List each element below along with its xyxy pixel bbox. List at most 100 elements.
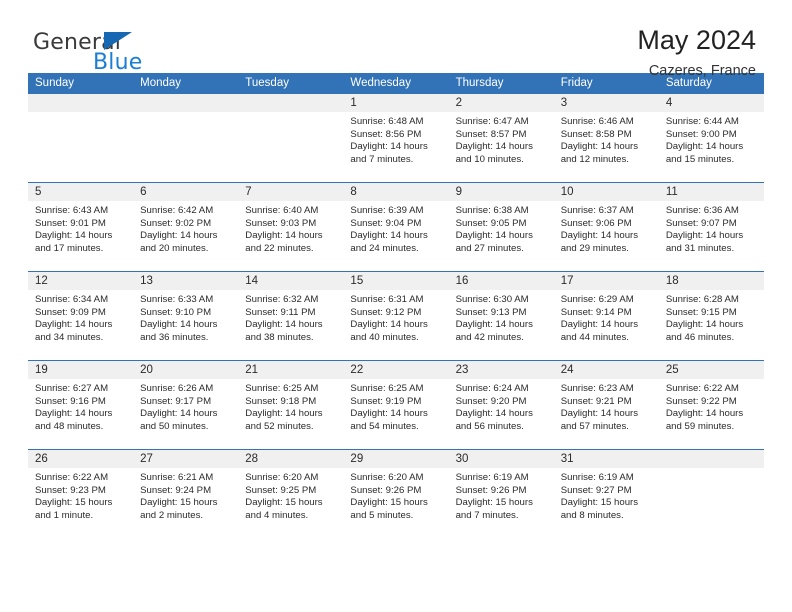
day-cell[interactable]: 13 Sunrise: 6:33 AM Sunset: 9:10 PM Dayligh…	[133, 272, 239, 360]
calendar-grid: Sunday Monday Tuesday Wednesday Thursday Frid…	[28, 73, 764, 538]
day-details: Sunrise: 6:48 AM Sunset: 8:56 PM Daylight:…	[343, 112, 448, 166]
daylight-text: Daylight: 14 hours	[245, 408, 323, 420]
day-cell[interactable]: 22 Sunrise: 6:25 AM Sunset: 9:19 PM Dayligh…	[343, 361, 449, 449]
day-cell[interactable]: 21 Sunrise: 6:25 AM Sunset: 9:18 PM Dayligh…	[238, 361, 344, 449]
day-cell[interactable]: 7 Sunrise: 6:40 AM Sunset: 9:03 PM Daylight…	[238, 183, 344, 271]
day-cell[interactable]: 2 Sunrise: 6:47 AM Sunset: 8:57 PM Daylight…	[448, 94, 554, 182]
day-cell[interactable]: 11 Sunrise: 6:36 AM Sunset: 9:07 PM Dayligh…	[658, 183, 764, 271]
day-cell[interactable]: 12 Sunrise: 6:34 AM Sunset: 9:09 PM Dayligh…	[28, 272, 134, 360]
day-cell[interactable]: 9 Sunrise: 6:38 AM Sunset: 9:05 PM Daylight…	[448, 183, 554, 271]
day-cell[interactable]: 17 Sunrise: 6:29 AM Sunset: 9:14 PM Dayligh…	[553, 272, 659, 360]
sunrise-text: Sunrise: 6:33 AM	[140, 294, 214, 305]
day-cell[interactable]: 5 Sunrise: 6:43 AM Sunset: 9:01 PM Daylight…	[28, 183, 134, 271]
daylight-text-cont: and 4 minutes.	[245, 509, 309, 521]
sunrise-text: Sunrise: 6:25 AM	[350, 383, 424, 394]
sunset-text: Sunset: 9:26 PM	[350, 484, 422, 496]
daylight-text: Daylight: 15 hours	[350, 497, 428, 509]
daylight-text: Daylight: 14 hours	[35, 408, 113, 420]
day-cell[interactable]: 27 Sunrise: 6:21 AM Sunset: 9:24 PM Dayligh…	[133, 450, 239, 538]
day-cell[interactable]: 1 Sunrise: 6:48 AM Sunset: 8:56 PM Daylight…	[343, 94, 449, 182]
day-number: 7	[245, 186, 252, 198]
daylight-text: Daylight: 14 hours	[350, 319, 428, 331]
day-details: Sunrise: 6:19 AM Sunset: 9:26 PM Daylight:…	[449, 468, 554, 522]
daylight-text: Daylight: 14 hours	[140, 230, 218, 242]
day-number-band: 26	[28, 450, 134, 468]
sunrise-text: Sunrise: 6:42 AM	[140, 205, 214, 216]
sunrise-text: Sunrise: 6:38 AM	[455, 205, 529, 216]
day-number-band: 5	[28, 183, 134, 201]
day-cell[interactable]: 23 Sunrise: 6:24 AM Sunset: 9:20 PM Dayligh…	[448, 361, 554, 449]
day-cell[interactable]: 8 Sunrise: 6:39 AM Sunset: 9:04 PM Daylight…	[343, 183, 449, 271]
daylight-text: Daylight: 15 hours	[140, 497, 218, 509]
sunset-text: Sunset: 9:15 PM	[665, 306, 737, 318]
sunset-text: Sunset: 9:26 PM	[455, 484, 527, 496]
daylight-text-cont: and 27 minutes.	[455, 242, 524, 254]
day-number: 30	[455, 453, 469, 465]
day-cell[interactable]: 25 Sunrise: 6:22 AM Sunset: 9:22 PM Dayligh…	[658, 361, 764, 449]
daylight-text-cont: and 38 minutes.	[245, 331, 314, 343]
calendar-week-row: 12 Sunrise: 6:34 AM Sunset: 9:09 PM Dayligh…	[28, 271, 764, 360]
day-cell[interactable]: 3 Sunrise: 6:46 AM Sunset: 8:58 PM Daylight…	[553, 94, 659, 182]
day-cell[interactable]: 4 Sunrise: 6:44 AM Sunset: 9:00 PM Daylight…	[658, 94, 764, 182]
day-cell[interactable]: 31 Sunrise: 6:19 AM Sunset: 9:27 PM Dayligh…	[553, 450, 659, 538]
sunrise-text: Sunrise: 6:37 AM	[560, 205, 634, 216]
day-cell[interactable]: 18 Sunrise: 6:28 AM Sunset: 9:15 PM Dayligh…	[658, 272, 764, 360]
day-number: 15	[350, 275, 364, 287]
daylight-text-cont: and 46 minutes.	[665, 331, 735, 343]
day-number: 13	[140, 275, 153, 287]
sunrise-text: Sunrise: 6:27 AM	[35, 383, 109, 394]
sunrise-text: Sunrise: 6:40 AM	[245, 205, 319, 216]
day-number: 1	[350, 97, 357, 109]
daylight-text-cont: and 24 minutes.	[350, 242, 419, 254]
day-number-band: 20	[133, 361, 239, 379]
day-cell[interactable]: 28 Sunrise: 6:20 AM Sunset: 9:25 PM Dayligh…	[238, 450, 344, 538]
day-details: Sunrise: 6:31 AM Sunset: 9:12 PM Daylight:…	[343, 290, 448, 344]
day-cell[interactable]: 14 Sunrise: 6:32 AM Sunset: 9:11 PM Dayligh…	[238, 272, 344, 360]
sunset-text: Sunset: 8:57 PM	[455, 128, 527, 140]
day-details: Sunrise: 6:24 AM Sunset: 9:20 PM Daylight:…	[449, 379, 554, 433]
sunset-text: Sunset: 8:56 PM	[350, 128, 422, 140]
sunset-text: Sunset: 9:18 PM	[245, 395, 317, 407]
day-cell[interactable]: 6 Sunrise: 6:42 AM Sunset: 9:02 PM Daylight…	[133, 183, 239, 271]
title-block: May 2024 Cazeres, France	[637, 24, 756, 81]
daylight-text: Daylight: 14 hours	[350, 230, 428, 242]
sunrise-text: Sunrise: 6:22 AM	[665, 383, 739, 394]
day-number: 11	[665, 186, 678, 198]
day-number: 25	[665, 364, 679, 376]
daylight-text-cont: and 50 minutes.	[140, 420, 209, 432]
day-cell[interactable]: 30 Sunrise: 6:19 AM Sunset: 9:26 PM Dayligh…	[448, 450, 554, 538]
day-number-band: 21	[238, 361, 344, 379]
week-cells: 1 Sunrise: 6:48 AM Sunset: 8:56 PM Daylight…	[28, 94, 764, 182]
brand-logo[interactable]: General Blue	[33, 30, 273, 80]
day-number-band: 14	[238, 272, 344, 290]
day-details: Sunrise: 6:42 AM Sunset: 9:02 PM Daylight:…	[133, 201, 238, 255]
day-number-band: 25	[658, 361, 764, 379]
day-cell[interactable]: 29 Sunrise: 6:20 AM Sunset: 9:26 PM Dayligh…	[343, 450, 449, 538]
daylight-text: Daylight: 14 hours	[560, 408, 639, 420]
sunset-text: Sunset: 9:23 PM	[35, 484, 106, 496]
day-cell[interactable]: 15 Sunrise: 6:31 AM Sunset: 9:12 PM Dayligh…	[343, 272, 449, 360]
day-cell[interactable]: 26 Sunrise: 6:22 AM Sunset: 9:23 PM Dayligh…	[28, 450, 134, 538]
daylight-text-cont: and 12 minutes.	[560, 153, 629, 165]
daylight-text: Daylight: 14 hours	[665, 230, 744, 242]
day-number-band: 29	[343, 450, 449, 468]
sunrise-text: Sunrise: 6:30 AM	[455, 294, 529, 305]
daylight-text: Daylight: 15 hours	[455, 497, 533, 509]
day-details: Sunrise: 6:25 AM Sunset: 9:19 PM Daylight:…	[343, 379, 448, 433]
day-cell[interactable]: 16 Sunrise: 6:30 AM Sunset: 9:13 PM Dayligh…	[448, 272, 554, 360]
sunset-text: Sunset: 9:04 PM	[350, 217, 422, 229]
sunset-text: Sunset: 9:25 PM	[245, 484, 317, 496]
calendar-weeks: 1 Sunrise: 6:48 AM Sunset: 8:56 PM Daylight…	[28, 94, 764, 538]
sunset-text: Sunset: 9:19 PM	[350, 395, 422, 407]
day-details	[133, 112, 238, 116]
daylight-text: Daylight: 14 hours	[350, 408, 428, 420]
daylight-text-cont: and 42 minutes.	[455, 331, 524, 343]
day-details: Sunrise: 6:29 AM Sunset: 9:14 PM Daylight:…	[554, 290, 659, 344]
day-cell[interactable]: 20 Sunrise: 6:26 AM Sunset: 9:17 PM Dayligh…	[133, 361, 239, 449]
daylight-text: Daylight: 14 hours	[665, 408, 744, 420]
sunrise-text: Sunrise: 6:25 AM	[245, 383, 319, 394]
day-cell[interactable]: 19 Sunrise: 6:27 AM Sunset: 9:16 PM Dayligh…	[28, 361, 134, 449]
day-cell[interactable]: 24 Sunrise: 6:23 AM Sunset: 9:21 PM Dayligh…	[553, 361, 659, 449]
day-cell[interactable]: 10 Sunrise: 6:37 AM Sunset: 9:06 PM Dayligh…	[553, 183, 659, 271]
day-details: Sunrise: 6:26 AM Sunset: 9:17 PM Daylight:…	[133, 379, 238, 433]
